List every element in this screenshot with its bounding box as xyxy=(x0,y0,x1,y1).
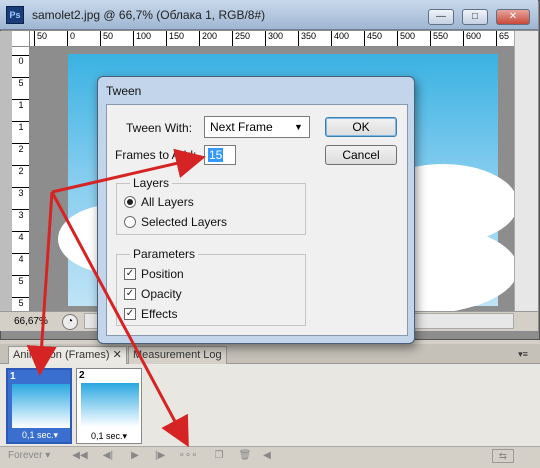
arrow-to-frame-1 xyxy=(26,191,57,376)
arrow-to-frames-input xyxy=(51,148,206,194)
arrow-to-tween-icon xyxy=(50,191,189,448)
annotation-arrows xyxy=(26,148,206,448)
